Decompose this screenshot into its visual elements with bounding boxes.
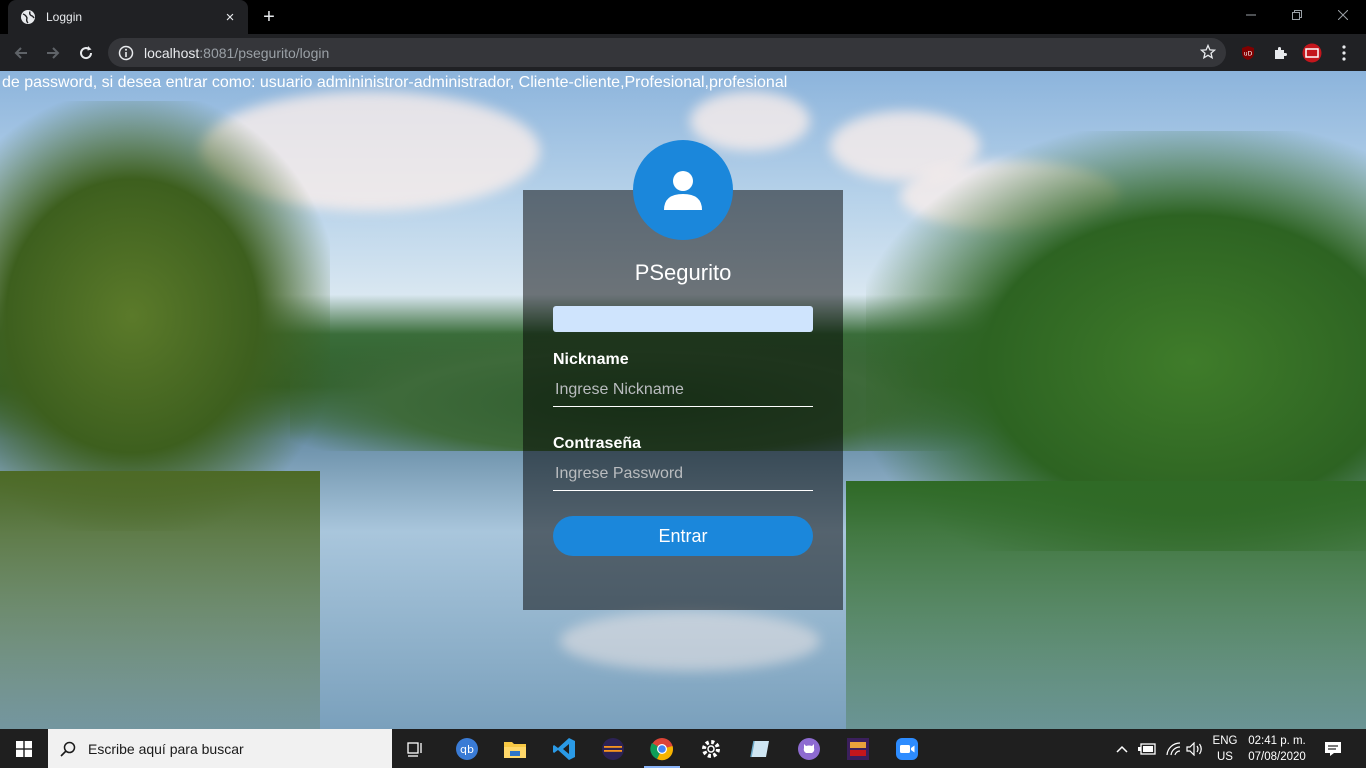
arrow-left-icon [14, 47, 27, 59]
chevron-up-icon [1116, 745, 1128, 753]
nickname-label: Nickname [553, 351, 629, 368]
vscode-app[interactable] [540, 729, 588, 768]
profile-extension-icon[interactable] [1302, 43, 1322, 63]
url-text: localhost:8081/psegurito/login [144, 45, 329, 61]
game-app[interactable] [834, 729, 882, 768]
globe-icon [21, 10, 35, 24]
password-label: Contraseña [553, 435, 642, 452]
restore-button[interactable] [1274, 0, 1320, 30]
extensions-button[interactable] [1270, 43, 1290, 63]
clock[interactable]: 02:41 p. m. 07/08/2020 [1244, 733, 1310, 765]
url-path: :8081/psegurito/login [199, 44, 330, 61]
browser-menu-button[interactable] [1334, 43, 1354, 63]
zoom-app[interactable] [883, 729, 931, 768]
reload-icon [80, 46, 93, 60]
eclipse-app[interactable] [589, 729, 637, 768]
new-tab-button[interactable]: + [258, 6, 280, 28]
task-view-icon [407, 741, 422, 757]
background-reflection-right [846, 481, 1366, 729]
file-explorer-app[interactable] [491, 729, 539, 768]
battery-icon [1138, 742, 1156, 755]
restore-icon [1292, 10, 1302, 20]
notifications-button[interactable] [1316, 729, 1350, 768]
search-placeholder: Escribe aquí para buscar [88, 740, 244, 757]
github-icon [798, 737, 820, 760]
speaker-icon [1186, 741, 1202, 756]
settings-app[interactable] [687, 729, 735, 768]
svg-text:uD: uD [1244, 51, 1253, 58]
shield-icon: uD [1242, 46, 1254, 60]
search-icon [60, 741, 76, 757]
task-view-button[interactable] [392, 729, 440, 768]
clock-date: 07/08/2020 [1248, 751, 1306, 763]
github-desktop-app[interactable] [785, 729, 833, 768]
windows-logo-icon [16, 740, 32, 757]
bookmark-star-icon[interactable] [1200, 44, 1216, 60]
address-bar[interactable]: localhost:8081/psegurito/login [108, 38, 1226, 67]
volume-button[interactable] [1184, 729, 1206, 768]
battery-button[interactable] [1136, 729, 1158, 768]
avatar [633, 140, 733, 240]
background-cloud [690, 91, 810, 151]
start-button[interactable] [0, 729, 48, 768]
language-code: ENG [1212, 735, 1238, 747]
notepad-icon [750, 740, 769, 757]
folder-icon [504, 741, 526, 758]
back-button[interactable] [8, 40, 34, 66]
nickname-input[interactable] [553, 373, 813, 407]
vscode-icon [553, 737, 575, 760]
browser-toolbar: localhost:8081/psegurito/login uD [0, 34, 1366, 71]
submit-button[interactable]: Entrar [553, 516, 813, 556]
qbittorrent-icon: qb [456, 737, 478, 760]
credentials-notice: de password, si desea entrar como: usuar… [2, 74, 788, 91]
taskbar: Escribe aquí para buscar qb ENG US 02:41… [0, 729, 1366, 768]
password-input[interactable] [553, 457, 813, 491]
puzzle-icon [1275, 47, 1287, 59]
minimize-icon [1246, 14, 1256, 16]
minimize-button[interactable] [1228, 0, 1274, 30]
game-icon [847, 737, 869, 760]
background-reflection-left [0, 471, 320, 729]
tab-close-button[interactable]: × [222, 9, 238, 26]
chrome-icon [650, 737, 673, 760]
brand-title: PSegurito [634, 260, 732, 285]
close-window-button[interactable] [1320, 0, 1366, 30]
video-camera-icon [896, 737, 918, 760]
notes-app[interactable] [736, 729, 784, 768]
qbittorrent-app[interactable]: qb [443, 729, 491, 768]
ublock-extension-icon[interactable]: uD [1238, 43, 1258, 63]
close-icon [1338, 10, 1348, 20]
autofill-field[interactable] [553, 306, 813, 332]
arrow-right-icon [47, 47, 60, 59]
network-button[interactable] [1162, 729, 1184, 768]
user-icon [664, 171, 702, 210]
eclipse-icon [602, 737, 624, 760]
page-viewport: de password, si desea entrar como: usuar… [0, 71, 1366, 729]
background-cloud-reflection [560, 611, 820, 671]
url-host: localhost [144, 44, 200, 61]
tab-title: Loggin [46, 10, 83, 24]
kebab-menu-icon [1342, 45, 1346, 61]
gear-icon [702, 739, 720, 758]
chrome-app[interactable] [638, 729, 686, 768]
keyboard-region: US [1217, 751, 1233, 763]
taskbar-search[interactable]: Escribe aquí para buscar [48, 729, 392, 768]
reload-button[interactable] [73, 40, 99, 66]
wifi-icon [1166, 741, 1181, 755]
tab-loggin[interactable]: Loggin × [8, 0, 248, 34]
tab-strip: Loggin × + [0, 0, 1366, 34]
forward-button[interactable] [40, 40, 66, 66]
svg-text:qb: qb [460, 743, 474, 756]
extension-badge-icon [1302, 43, 1322, 63]
info-icon[interactable] [118, 45, 134, 61]
clock-time: 02:41 p. m. [1248, 735, 1306, 747]
language-indicator[interactable]: ENG US [1208, 733, 1242, 765]
show-hidden-icons-button[interactable] [1114, 729, 1130, 768]
background-forest-left [0, 101, 330, 531]
notification-icon [1325, 741, 1341, 756]
